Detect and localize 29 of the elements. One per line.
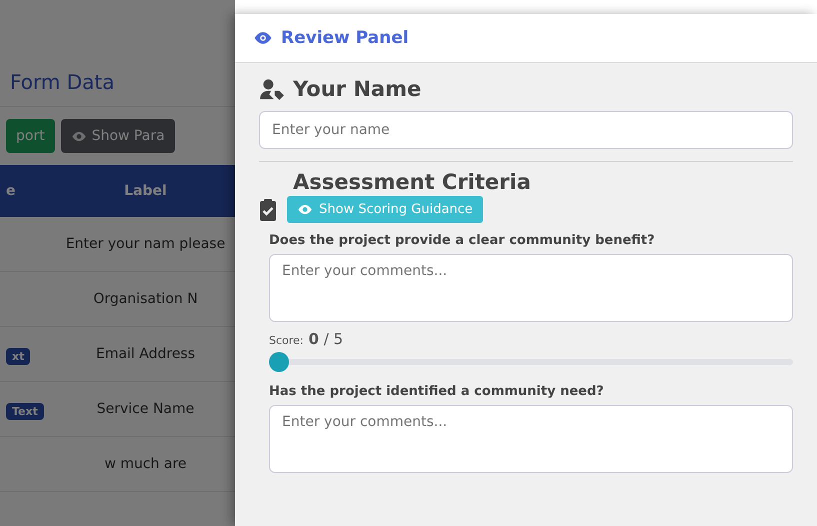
score-label: Score: <box>269 334 304 347</box>
comments-field[interactable]: Enter your comments... <box>269 254 793 322</box>
eye-icon <box>253 31 273 45</box>
eye-icon <box>297 204 313 215</box>
score-value: 0 / 5 <box>308 330 344 348</box>
type-tag: xt <box>6 348 30 364</box>
section-heading: Assessment Criteria <box>293 170 532 194</box>
eye-icon <box>70 130 87 142</box>
question-label: Has the project identified a community need? <box>269 384 605 399</box>
name-input[interactable]: Enter your name <box>259 111 793 149</box>
table-cell-text: w much are <box>103 456 188 472</box>
section-heading: Your Name <box>293 77 422 101</box>
question-label: Does the project provide a clear community benefit? <box>269 233 656 248</box>
score-slider[interactable] <box>269 352 793 372</box>
show-guidance-button[interactable]: Show Scoring Guidance <box>287 196 483 223</box>
table-cell-text: Email Address <box>94 346 196 362</box>
table-cell-text: Organisation N <box>92 291 199 307</box>
toolbar-button[interactable]: Show Para <box>60 119 175 153</box>
toolbar-button[interactable]: port <box>6 119 55 153</box>
column-header: e <box>5 183 16 199</box>
comments-field[interactable]: Enter your comments... <box>269 405 793 473</box>
panel-title: Review Panel <box>281 28 409 48</box>
type-tag: Text <box>6 402 44 420</box>
slider-thumb[interactable] <box>269 352 289 372</box>
column-header: Label <box>123 183 168 199</box>
user-tag-icon <box>259 78 285 100</box>
table-cell-text: Service Name <box>96 401 196 417</box>
table-cell-text: Enter your nam please <box>64 236 226 252</box>
clipboard-check-icon <box>259 198 277 222</box>
